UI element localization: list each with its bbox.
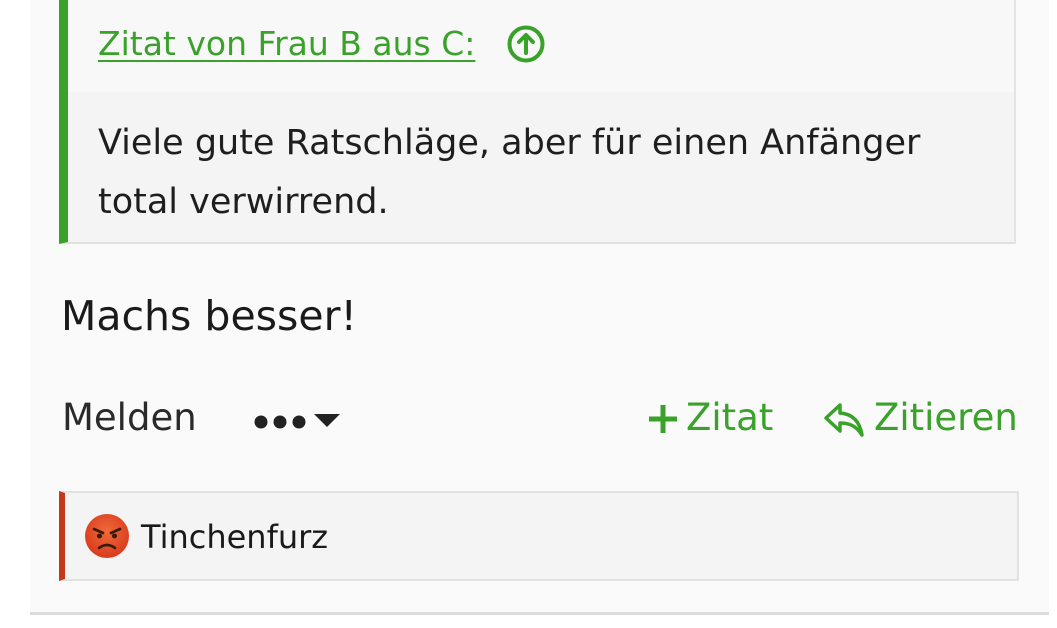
quote-text: Viele gute Ratschläge, aber für einen An… <box>98 123 921 222</box>
quote-header: Zitat von Frau B aus C: <box>68 0 1014 92</box>
report-button[interactable]: Melden <box>62 393 197 443</box>
reaction-username[interactable]: Tinchenfurz <box>141 515 328 559</box>
reply-quote-button[interactable]: Zitieren <box>822 393 1018 443</box>
more-dots-dropdown-icon[interactable] <box>252 402 352 438</box>
add-quote-label: Zitat <box>686 396 774 439</box>
page: Zitat von Frau B aus C: Viele gute Ratsc… <box>0 0 1057 628</box>
quote-block: Zitat von Frau B aus C: Viele gute Ratsc… <box>59 0 1016 244</box>
quote-source-link[interactable]: Zitat von Frau B aus C: <box>98 22 475 66</box>
plus-icon <box>649 405 677 433</box>
arrow-up-circle-icon[interactable] <box>506 24 546 64</box>
reaction-bar[interactable]: Tinchenfurz <box>59 491 1019 581</box>
add-quote-button[interactable]: Zitat <box>648 393 773 443</box>
post-divider <box>30 612 1049 615</box>
angry-face-icon <box>85 514 129 558</box>
post-message: Machs besser! <box>61 292 357 340</box>
post-action-bar: Melden Zitat Zitieren <box>62 390 1022 450</box>
reply-arrow-icon <box>824 403 864 437</box>
reply-quote-label: Zitieren <box>874 396 1018 439</box>
